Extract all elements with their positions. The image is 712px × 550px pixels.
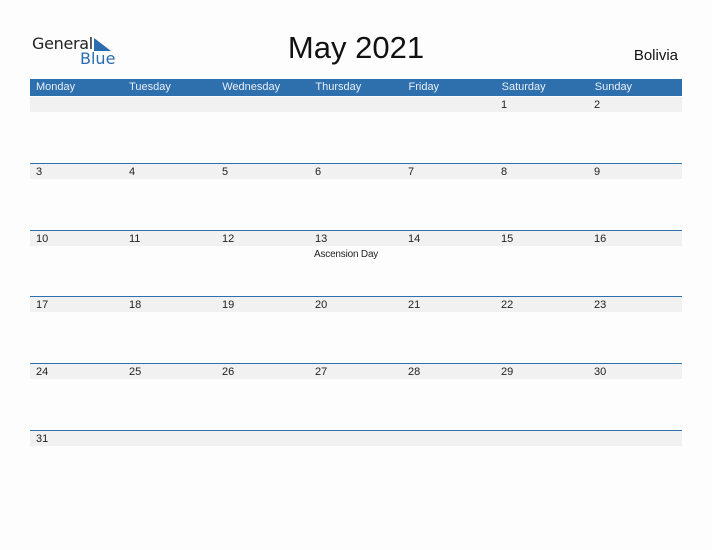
day-cell: 12 bbox=[216, 231, 309, 291]
weekday-header: Monday Tuesday Wednesday Thursday Friday… bbox=[30, 79, 682, 96]
day-cell bbox=[309, 431, 402, 491]
day-cell: 1 bbox=[495, 97, 588, 157]
day-cell: 8 bbox=[495, 164, 588, 224]
calendar-title: May 2021 bbox=[287, 30, 425, 65]
day-number: 11 bbox=[129, 233, 141, 245]
day-number: 21 bbox=[408, 299, 421, 311]
day-cell: 2 bbox=[588, 97, 681, 157]
day-number: 13 bbox=[315, 233, 328, 245]
day-cell: 9 bbox=[588, 164, 681, 224]
day-cell: 21 bbox=[402, 297, 495, 357]
day-cell: 3 bbox=[30, 164, 123, 224]
day-cell bbox=[123, 431, 216, 491]
day-number: 1 bbox=[501, 99, 508, 111]
day-number: 20 bbox=[315, 299, 328, 311]
day-number: 7 bbox=[408, 166, 415, 178]
day-number: 9 bbox=[594, 166, 601, 178]
day-cell bbox=[216, 431, 309, 491]
day-cell: 13 Ascension Day bbox=[309, 231, 402, 291]
day-cell: 6 bbox=[309, 164, 402, 224]
day-cell: 31 bbox=[30, 431, 123, 491]
day-number: 4 bbox=[129, 166, 136, 178]
day-cell: 7 bbox=[402, 164, 495, 224]
day-number: 5 bbox=[222, 166, 229, 178]
day-cell: 15 bbox=[495, 231, 588, 291]
day-cell: 23 bbox=[588, 297, 681, 357]
week-row: 31 bbox=[30, 430, 682, 496]
day-number: 31 bbox=[36, 433, 49, 445]
day-cell: 17 bbox=[30, 297, 123, 357]
day-cell bbox=[309, 97, 402, 157]
weekday-monday: Monday bbox=[36, 81, 76, 93]
day-cell: 5 bbox=[216, 164, 309, 224]
day-number: 16 bbox=[594, 233, 607, 245]
day-number: 22 bbox=[501, 299, 514, 311]
day-cell bbox=[402, 97, 495, 157]
day-number: 23 bbox=[594, 299, 607, 311]
day-cell bbox=[495, 431, 588, 491]
holiday-label: Ascension Day bbox=[314, 249, 379, 260]
day-cell: 27 bbox=[309, 364, 402, 424]
day-cell: 26 bbox=[216, 364, 309, 424]
day-number: 26 bbox=[222, 366, 235, 378]
day-cell bbox=[30, 97, 123, 157]
day-number: 29 bbox=[501, 366, 514, 378]
day-number: 2 bbox=[594, 99, 601, 111]
weekday-wednesday: Wednesday bbox=[222, 81, 281, 93]
day-number: 10 bbox=[36, 233, 49, 245]
day-number: 30 bbox=[594, 366, 607, 378]
day-cell: 22 bbox=[495, 297, 588, 357]
day-cell: 30 bbox=[588, 364, 681, 424]
day-number: 18 bbox=[129, 299, 142, 311]
day-number: 6 bbox=[315, 166, 322, 178]
week-row: 10 11 12 13 Ascension Day 14 15 16 bbox=[30, 230, 682, 296]
day-number: 15 bbox=[501, 233, 514, 245]
day-number: 28 bbox=[408, 366, 421, 378]
weekday-saturday: Saturday bbox=[501, 81, 546, 93]
day-cell bbox=[588, 431, 681, 491]
day-cell bbox=[402, 431, 495, 491]
week-row: 24 25 26 27 28 29 30 bbox=[30, 363, 682, 429]
day-cell bbox=[216, 97, 309, 157]
weekday-friday: Friday bbox=[408, 81, 440, 93]
day-cell: 29 bbox=[495, 364, 588, 424]
day-cell: 28 bbox=[402, 364, 495, 424]
day-cell: 10 bbox=[30, 231, 123, 291]
day-cell: 11 bbox=[123, 231, 216, 291]
day-number: 17 bbox=[36, 299, 49, 311]
week-row: 3 4 5 6 7 8 9 bbox=[30, 163, 682, 229]
weekday-sunday: Sunday bbox=[594, 81, 633, 93]
week-row: 17 18 19 20 21 22 23 bbox=[30, 296, 682, 362]
day-number: 14 bbox=[408, 233, 421, 245]
day-number: 24 bbox=[36, 366, 49, 378]
day-cell: 16 bbox=[588, 231, 681, 291]
day-cell: 4 bbox=[123, 164, 216, 224]
day-cell: 19 bbox=[216, 297, 309, 357]
country-label: Bolivia bbox=[633, 47, 678, 64]
day-number: 19 bbox=[222, 299, 235, 311]
day-cell bbox=[123, 97, 216, 157]
weekday-thursday: Thursday bbox=[315, 81, 362, 93]
day-cell: 25 bbox=[123, 364, 216, 424]
day-number: 3 bbox=[36, 166, 43, 178]
day-cell: 20 bbox=[309, 297, 402, 357]
day-number: 27 bbox=[315, 366, 328, 378]
day-cell: 14 bbox=[402, 231, 495, 291]
day-cell: 24 bbox=[30, 364, 123, 424]
day-number: 8 bbox=[501, 166, 508, 178]
day-number: 25 bbox=[129, 366, 142, 378]
day-cell: 18 bbox=[123, 297, 216, 357]
week-row: 12 bbox=[30, 96, 682, 162]
day-number: 12 bbox=[222, 233, 235, 245]
weekday-tuesday: Tuesday bbox=[129, 81, 171, 93]
